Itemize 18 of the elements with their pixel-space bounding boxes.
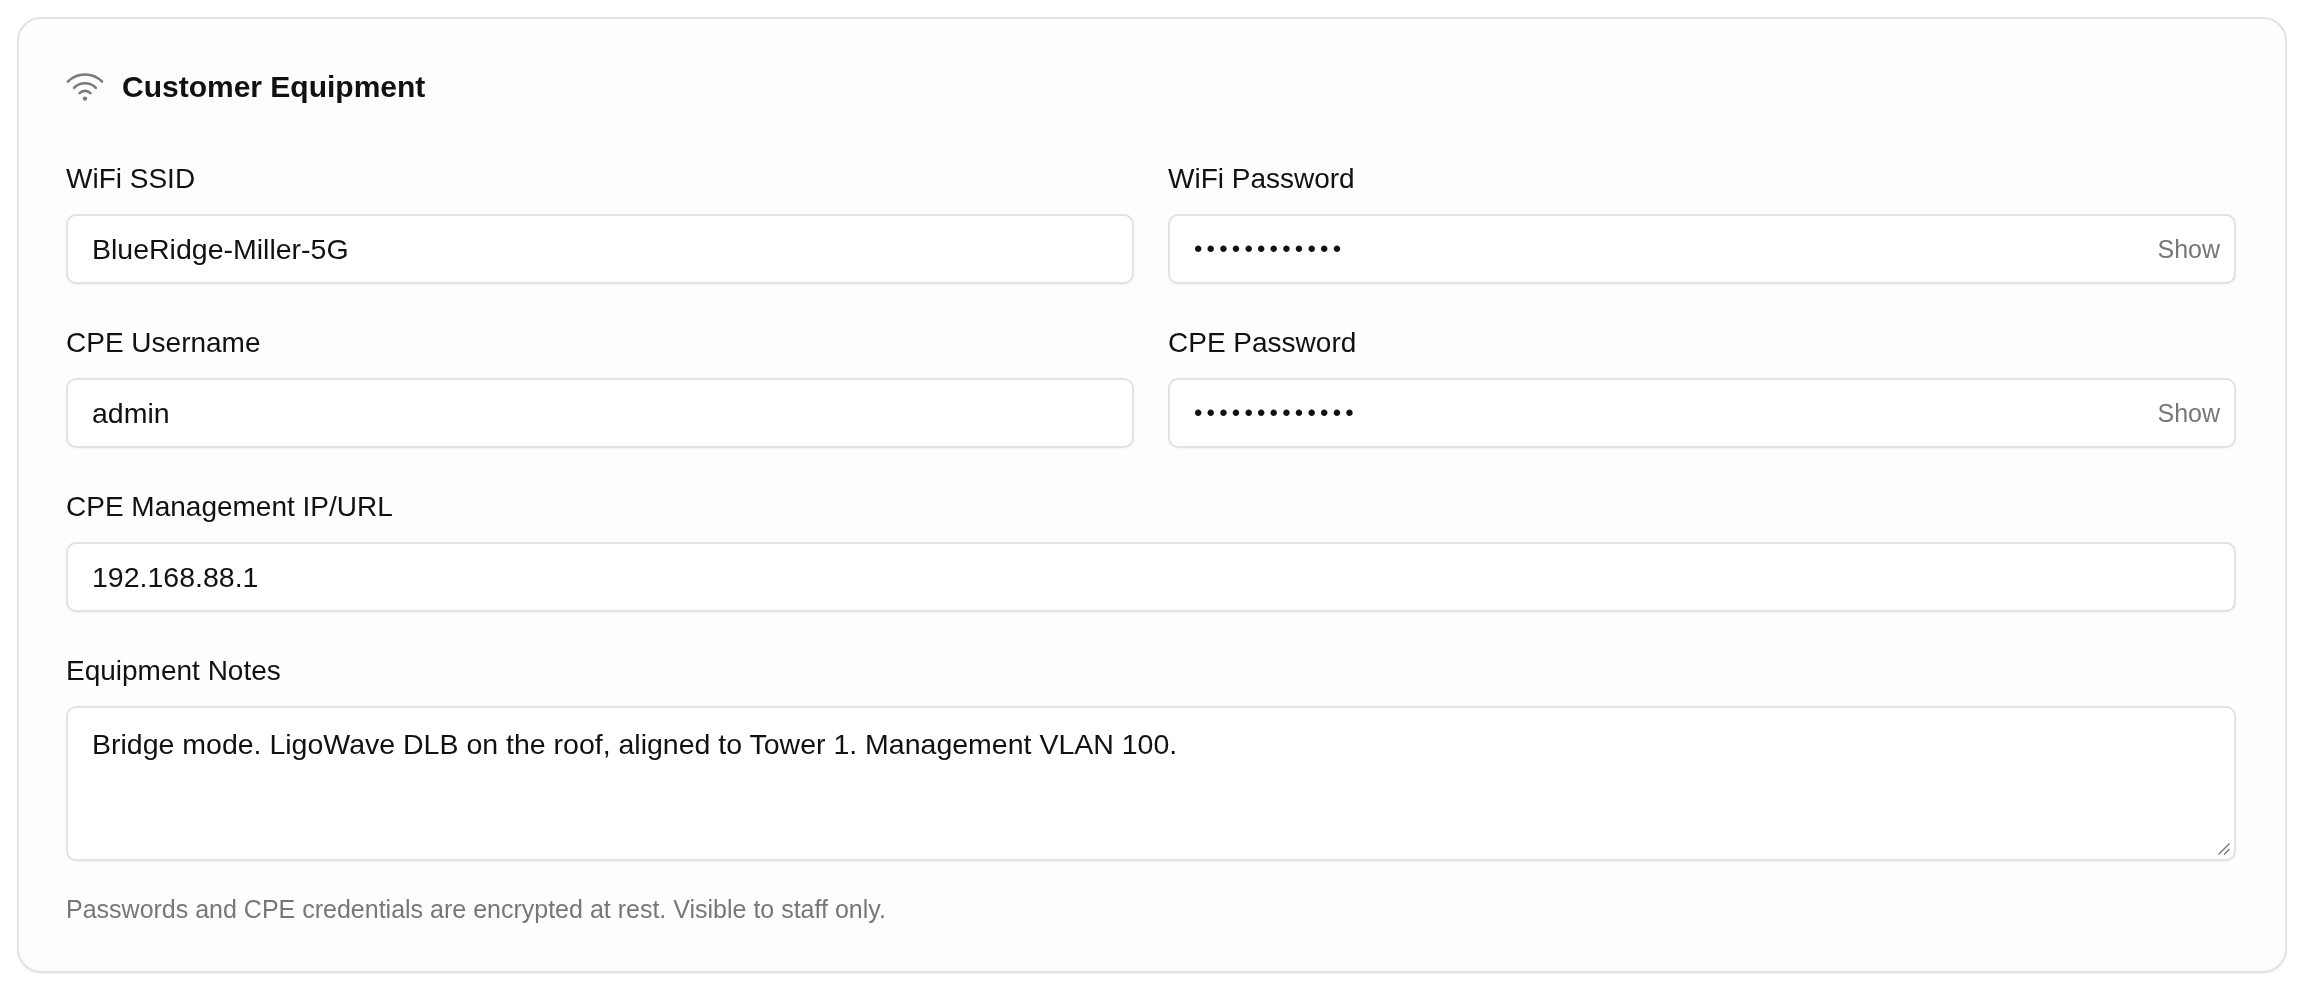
password-field[interactable]: ••••••••••••• Show <box>1168 378 2236 448</box>
text-field[interactable]: 192.168.88.1 <box>66 542 2236 612</box>
notes-field[interactable]: Bridge mode. LigoWave DLB on the roof, aligned to Tower 1. Management VLAN 100. <box>66 706 2236 861</box>
show-button[interactable]: Show <box>2157 230 2220 268</box>
section-title: Customer Equipment <box>122 69 426 105</box>
wifi-icon <box>66 73 104 101</box>
password-field[interactable]: •••••••••••• Show <box>1168 214 2236 284</box>
field-label: CPE Password <box>1168 326 1358 360</box>
text-field[interactable]: admin <box>66 378 1134 448</box>
resize-grip-icon[interactable] <box>2218 843 2230 855</box>
security-note: Passwords and CPE credentials are encrypted at rest. Visible to staff only. <box>66 894 887 924</box>
text-field[interactable]: BlueRidge-Miller-5G <box>66 214 1134 284</box>
field-label: CPE Username <box>66 326 262 360</box>
field-label: Equipment Notes <box>66 654 282 688</box>
field-label: WiFi SSID <box>66 162 197 196</box>
field-label: CPE Management IP/URL <box>66 490 394 524</box>
show-button[interactable]: Show <box>2157 394 2220 432</box>
field-label: WiFi Password <box>1168 162 1356 196</box>
